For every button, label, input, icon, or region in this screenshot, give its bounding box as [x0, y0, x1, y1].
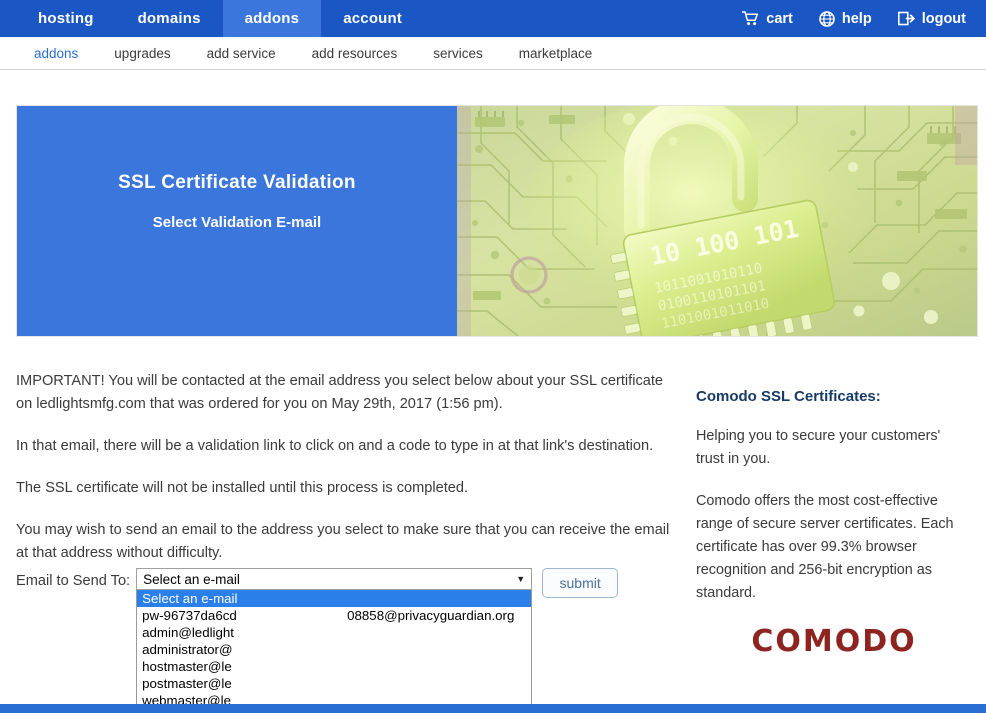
email-select-dropdown[interactable]: Select an e-mail pw-96737da6cd 08858@pri…	[136, 590, 533, 709]
submit-button[interactable]: submit	[542, 568, 619, 598]
comodo-sidebar: Comodo SSL Certificates: Helping you to …	[696, 388, 972, 659]
subnav-item-add-service[interactable]: add service	[189, 46, 294, 61]
help-label: help	[841, 10, 872, 27]
help-button[interactable]: help	[819, 11, 872, 27]
comodo-logo: COMODO	[751, 624, 917, 659]
top-navigation-bar: hosting domains addons account cart help…	[0, 0, 986, 37]
sidebar-paragraph-offering: Comodo offers the most cost-effective ra…	[696, 493, 954, 601]
cart-label: cart	[766, 10, 793, 27]
subnav-item-upgrades[interactable]: upgrades	[96, 46, 188, 61]
page-title: SSL Certificate Validation	[118, 172, 356, 193]
email-select[interactable]: Select an e-mail ▼	[136, 568, 533, 590]
top-nav-tabs: hosting domains addons account	[16, 0, 424, 37]
top-nav-actions: cart help logout	[742, 0, 986, 37]
paragraph-validation-link: In that email, there will be a validatio…	[16, 438, 654, 454]
dropdown-option[interactable]: admin@ledlight	[137, 624, 531, 641]
logout-icon	[897, 11, 915, 26]
nav-tab-account[interactable]: account	[321, 0, 424, 37]
dropdown-option[interactable]: postmaster@le	[137, 675, 531, 692]
subnav-item-add-resources[interactable]: add resources	[294, 46, 416, 61]
padlock-circuit-board-image: 10 100 101 1011001010110 0100110101101 1…	[457, 106, 977, 336]
cart-button[interactable]: cart	[742, 11, 793, 27]
page-banner: SSL Certificate Validation Select Valida…	[16, 105, 978, 337]
dropdown-option-text: admin@ledlight	[142, 625, 234, 640]
subnav-item-services[interactable]: services	[415, 46, 501, 61]
nav-tab-domains[interactable]: domains	[116, 0, 223, 37]
paragraph-not-installed: The SSL certificate will not be installe…	[16, 480, 469, 496]
main-content: IMPORTANT! You will be contacted at the …	[16, 370, 680, 565]
email-select-label: Email to Send To:	[16, 573, 131, 589]
dropdown-option-text: Select an e-mail	[142, 591, 238, 606]
sidebar-heading: Comodo SSL Certificates:	[696, 388, 881, 405]
nav-tab-hosting[interactable]: hosting	[16, 0, 116, 37]
email-selection-form: Email to Send To: Select an e-mail ▼ Sel…	[16, 568, 619, 709]
logout-button[interactable]: logout	[897, 10, 966, 27]
subnav-item-addons[interactable]: addons	[16, 46, 96, 61]
page-subtitle: Select Validation E-mail	[152, 214, 322, 231]
subnav-item-marketplace[interactable]: marketplace	[501, 46, 611, 61]
dropdown-option-text-tail: 08858@privacyguardian.org	[347, 608, 515, 623]
sidebar-paragraph-trust: Helping you to secure your customers' tr…	[696, 428, 941, 467]
email-select-value: Select an e-mail	[143, 571, 240, 587]
logout-label: logout	[921, 10, 966, 27]
help-globe-icon	[819, 10, 835, 27]
nav-tab-addons[interactable]: addons	[222, 0, 322, 37]
dropdown-option[interactable]: administrator@	[137, 641, 531, 658]
secondary-navigation-bar: addons upgrades add service add resource…	[0, 37, 986, 70]
dropdown-option[interactable]: pw-96737da6cd 08858@privacyguardian.org	[137, 607, 531, 624]
dropdown-option-text: pw-96737da6cd	[142, 608, 237, 623]
page-footer-bar	[0, 704, 986, 713]
dropdown-option-text: administrator@	[142, 642, 233, 657]
dropdown-option[interactable]: Select an e-mail	[137, 590, 532, 607]
chevron-down-icon: ▼	[516, 573, 526, 584]
paragraph-test-email: You may wish to send an email to the add…	[16, 522, 670, 561]
banner-text-panel: SSL Certificate Validation Select Valida…	[17, 106, 457, 336]
paragraph-important: IMPORTANT! You will be contacted at the …	[16, 373, 664, 412]
dropdown-option[interactable]: hostmaster@le	[137, 658, 531, 675]
dropdown-option-text: hostmaster@le	[142, 659, 232, 674]
shopping-cart-icon	[742, 11, 759, 26]
email-select-wrapper: Select an e-mail ▼ Select an e-mail pw-9…	[136, 568, 533, 709]
dropdown-option-text: postmaster@le	[142, 676, 232, 691]
